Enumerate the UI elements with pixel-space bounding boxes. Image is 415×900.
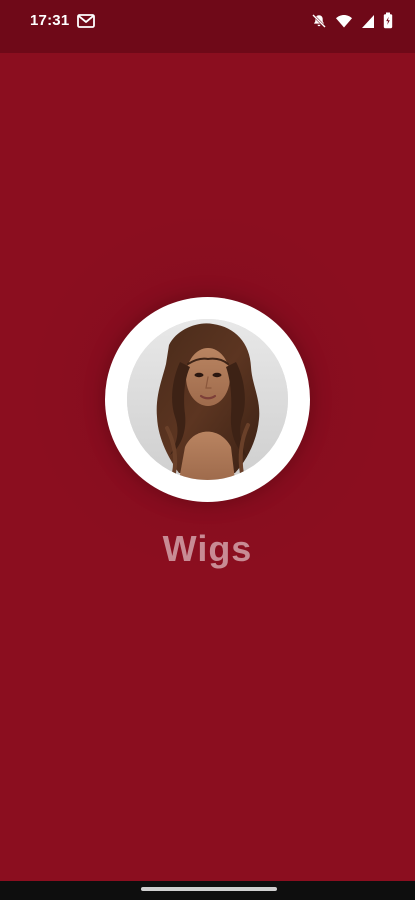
signal-icon [362,14,374,28]
status-icons [311,12,393,29]
navigation-bar [0,881,415,900]
status-bar: 17:31 [0,0,415,53]
home-gesture-pill[interactable] [141,887,277,891]
gmail-icon [77,14,95,28]
app-logo [105,297,310,502]
logo-photo [127,319,288,480]
wifi-icon [336,14,352,27]
status-time: 17:31 [30,12,70,29]
app-name: Wigs [162,528,253,569]
battery-icon [383,12,393,29]
dnd-bell-off-icon [312,13,326,28]
